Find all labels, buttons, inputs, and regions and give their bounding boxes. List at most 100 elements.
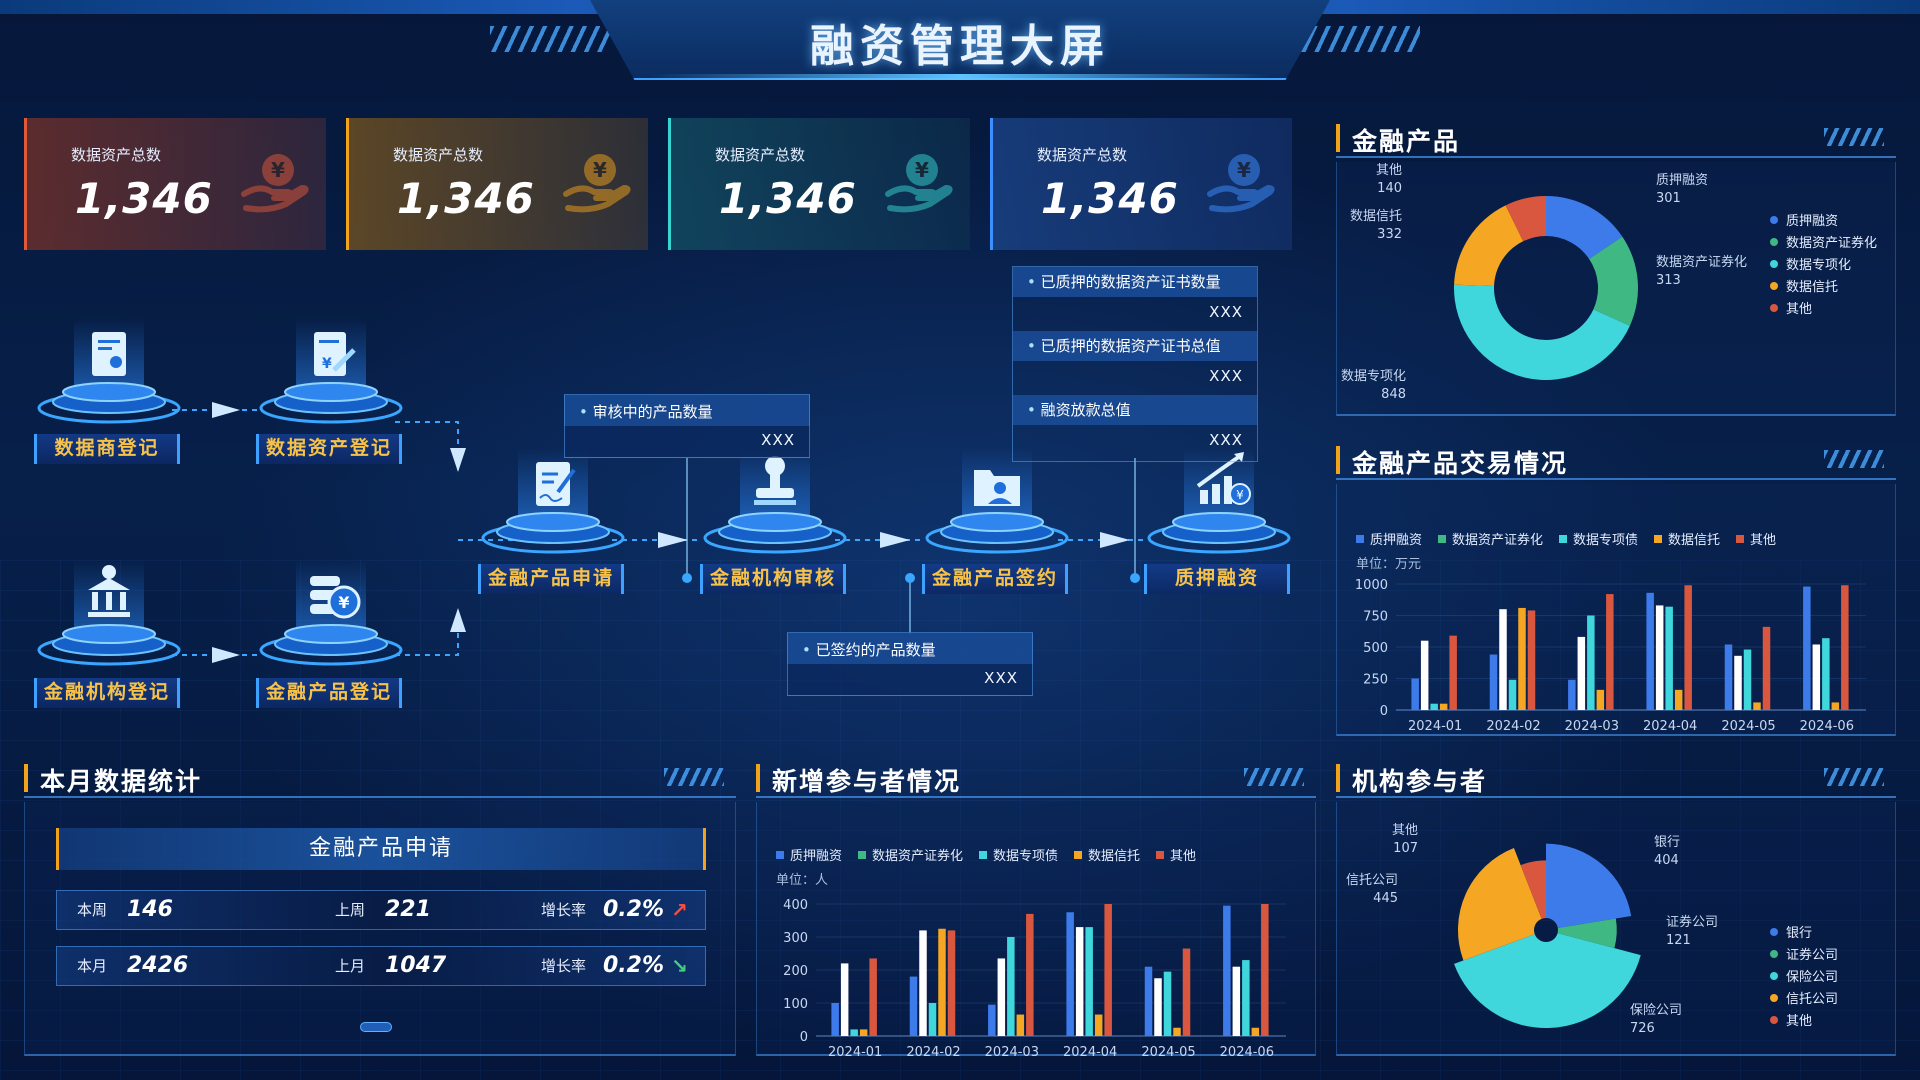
bar[interactable]	[1182, 948, 1191, 1036]
bar[interactable]	[1527, 610, 1536, 710]
legend-item[interactable]: 数据专项化	[1770, 258, 1851, 273]
bar[interactable]	[928, 1003, 937, 1036]
bar[interactable]	[1646, 592, 1654, 710]
bar[interactable]	[938, 928, 946, 1036]
bar[interactable]	[1163, 971, 1172, 1036]
panel-products-head: 金融产品	[1336, 118, 1896, 158]
bar[interactable]	[1144, 966, 1153, 1036]
flow-label-apply[interactable]: 金融产品申请	[478, 564, 624, 594]
bar[interactable]	[1420, 640, 1429, 710]
bar[interactable]	[997, 958, 1006, 1036]
bar[interactable]	[1154, 978, 1162, 1036]
bar[interactable]	[1026, 913, 1034, 1036]
bar[interactable]	[1489, 654, 1498, 710]
bar[interactable]	[1568, 679, 1576, 710]
bar[interactable]	[850, 1029, 858, 1036]
bar[interactable]	[1173, 1027, 1181, 1036]
bar[interactable]	[919, 930, 927, 1036]
info-reviewing-value: XXX	[761, 431, 795, 449]
legend-item[interactable]: 保险公司	[1770, 970, 1838, 985]
legend-item[interactable]: 数据信托	[1770, 280, 1838, 295]
bar[interactable]	[1812, 644, 1821, 710]
slice-name-label: 保险公司	[1630, 1003, 1682, 1018]
flow-label-fin-org[interactable]: 金融机构登记	[34, 678, 180, 708]
bar[interactable]	[1251, 1027, 1260, 1036]
bar[interactable]	[1587, 615, 1595, 711]
bar[interactable]	[1577, 636, 1586, 710]
bar[interactable]	[947, 930, 956, 1036]
bar[interactable]	[988, 1004, 996, 1036]
monthly-previous-label: 上周	[335, 901, 366, 919]
legend-item[interactable]: 其他	[1770, 1014, 1812, 1029]
bar[interactable]	[1841, 585, 1849, 710]
bar[interactable]	[1743, 649, 1752, 710]
legend-item[interactable]: 质押融资	[1356, 533, 1422, 548]
bar[interactable]	[1094, 1014, 1103, 1036]
bar[interactable]	[1499, 609, 1507, 710]
legend-item[interactable]: 数据资产证券化	[1438, 532, 1543, 548]
bar[interactable]	[1831, 702, 1840, 710]
bar[interactable]	[1242, 960, 1250, 1036]
legend-item[interactable]: 数据专项债	[979, 849, 1058, 864]
legend-item[interactable]: 质押融资	[776, 849, 842, 864]
legend-item[interactable]: 数据信托	[1074, 849, 1140, 864]
flow-label-data-vendor[interactable]: 数据商登记	[34, 434, 180, 464]
pie-slice[interactable]	[1546, 843, 1632, 929]
bar[interactable]	[1762, 626, 1771, 710]
bar[interactable]	[1223, 905, 1231, 1036]
bar[interactable]	[1075, 927, 1084, 1036]
legend-item[interactable]: 银行	[1770, 926, 1812, 941]
monthly-rate-label: 增长率	[541, 901, 587, 919]
legend-item[interactable]: 信托公司	[1770, 992, 1838, 1007]
legend-item[interactable]: 其他	[1736, 533, 1776, 548]
bar[interactable]	[1734, 655, 1742, 710]
legend-item[interactable]: 证券公司	[1770, 947, 1838, 963]
pager-indicator[interactable]	[360, 1022, 392, 1032]
bar[interactable]	[1430, 703, 1438, 710]
bar[interactable]	[1449, 635, 1457, 710]
bar[interactable]	[1007, 937, 1015, 1036]
bar[interactable]	[1232, 966, 1241, 1036]
bar[interactable]	[1066, 912, 1074, 1036]
legend-label: 质押融资	[1370, 533, 1422, 548]
legend-item[interactable]: 数据专项债	[1559, 533, 1638, 548]
bar[interactable]	[1753, 702, 1761, 710]
y-tick-label: 1000	[1355, 578, 1388, 593]
bar[interactable]	[831, 1003, 839, 1036]
bar[interactable]	[1439, 703, 1448, 710]
bar[interactable]	[1684, 585, 1692, 710]
bar[interactable]	[1508, 679, 1517, 710]
panel-products: 金融产品 质押融资 301 数据资产证券化 313 数据专项化 848 数据信托 332 其他 1…	[1336, 118, 1896, 416]
certificate-icon	[92, 332, 126, 376]
legend-item[interactable]: 质押融资	[1770, 214, 1838, 229]
bar[interactable]	[1822, 638, 1830, 710]
bar[interactable]	[1655, 605, 1664, 710]
legend-item[interactable]: 其他	[1156, 849, 1196, 864]
legend-swatch	[1770, 994, 1778, 1002]
bar[interactable]	[1104, 904, 1112, 1036]
legend-item[interactable]: 数据资产证券化	[1770, 235, 1877, 251]
flow-label-sign[interactable]: 金融产品签约	[922, 564, 1068, 594]
bar[interactable]	[1674, 689, 1683, 710]
bar[interactable]	[1085, 927, 1093, 1036]
bar[interactable]	[1803, 586, 1811, 710]
legend-item[interactable]: 其他	[1770, 302, 1812, 317]
legend-item[interactable]: 数据资产证券化	[858, 848, 963, 864]
flow-label-fin-product[interactable]: 金融产品登记	[256, 678, 402, 708]
bar[interactable]	[1724, 644, 1733, 710]
bar[interactable]	[909, 976, 918, 1036]
flow-label-pledge[interactable]: 质押融资	[1144, 564, 1290, 594]
legend-item[interactable]: 数据信托	[1654, 533, 1720, 548]
bar[interactable]	[1518, 607, 1526, 710]
bar[interactable]	[1596, 689, 1605, 710]
bar[interactable]	[1606, 594, 1614, 710]
flow-label-data-asset[interactable]: 数据资产登记	[256, 434, 402, 464]
bar[interactable]	[859, 1029, 868, 1036]
bar[interactable]	[840, 963, 849, 1036]
bar[interactable]	[1665, 606, 1673, 710]
flow-label-review[interactable]: 金融机构审核	[700, 564, 846, 594]
bar[interactable]	[1261, 904, 1269, 1036]
bar[interactable]	[1411, 678, 1419, 711]
bar[interactable]	[1016, 1014, 1025, 1036]
bar[interactable]	[869, 958, 877, 1036]
